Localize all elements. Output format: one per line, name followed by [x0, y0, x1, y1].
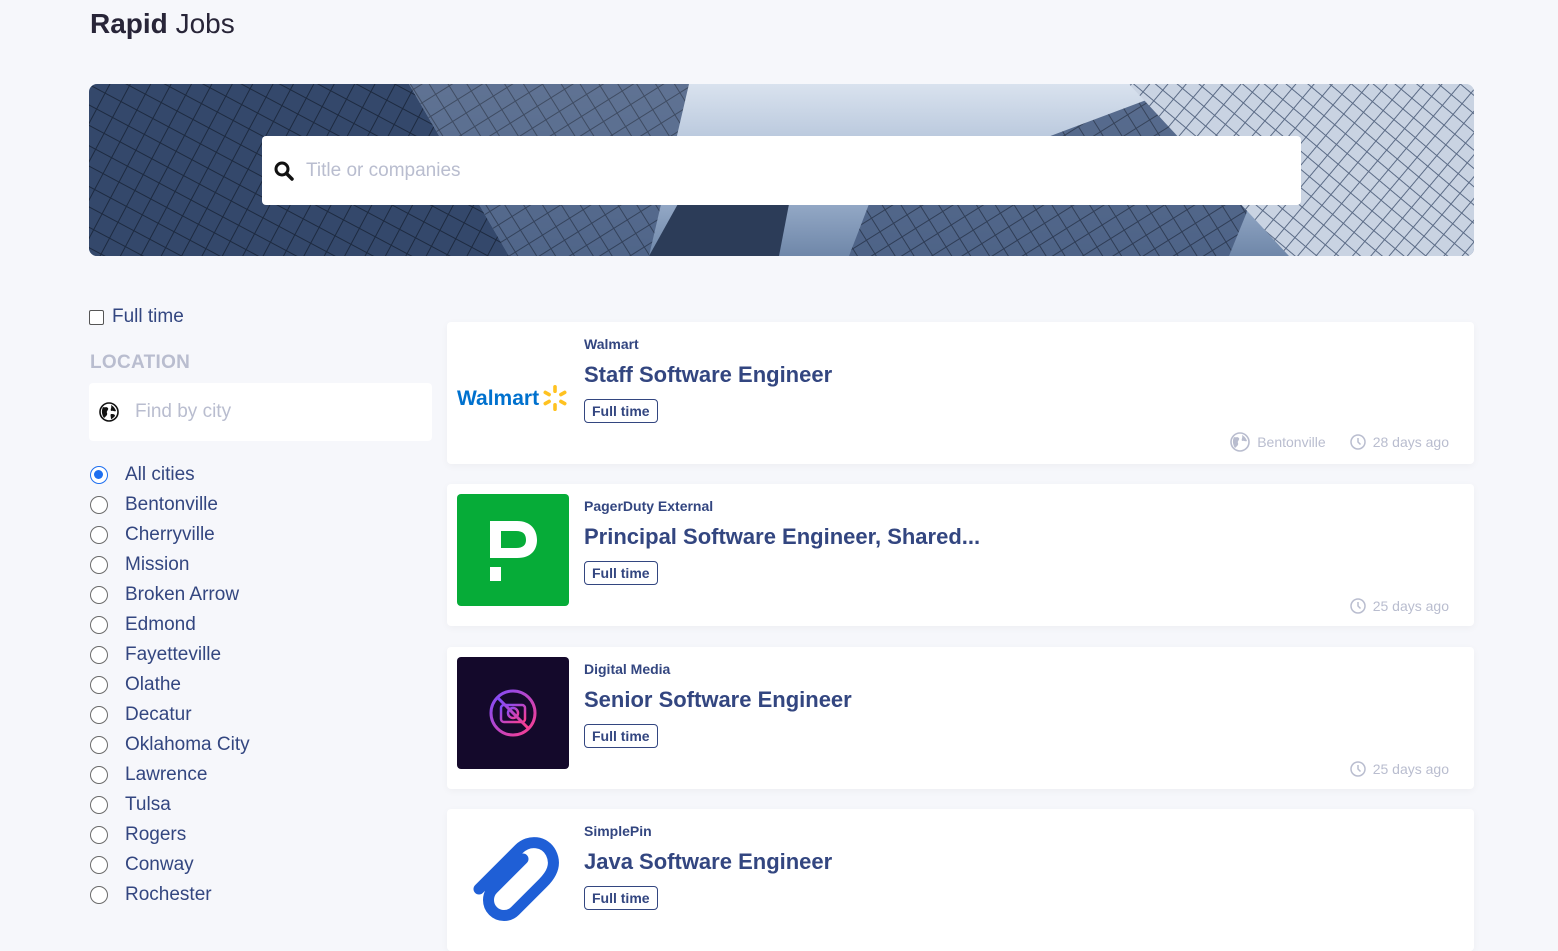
clock-icon — [1349, 434, 1366, 450]
no-camera-icon — [489, 689, 537, 737]
city-option[interactable]: Mission — [89, 550, 250, 580]
walmart-logo-icon: Walmart — [457, 385, 567, 411]
radio-button[interactable] — [90, 526, 108, 544]
job-posted: 28 days ago — [1349, 434, 1449, 450]
radio-button[interactable] — [90, 886, 108, 904]
city-label: Cherryville — [125, 524, 215, 545]
city-label: Decatur — [125, 704, 192, 725]
job-title[interactable]: Staff Software Engineer — [584, 362, 832, 388]
company-logo — [457, 494, 569, 606]
job-title[interactable]: Java Software Engineer — [584, 849, 832, 875]
globe-icon — [1230, 432, 1251, 452]
city-option[interactable]: Conway — [89, 850, 250, 880]
full-time-label: Full time — [112, 306, 184, 327]
clock-icon — [1349, 761, 1366, 777]
location-heading: LOCATION — [90, 352, 191, 373]
radio-button[interactable] — [90, 766, 108, 784]
city-label: Conway — [125, 854, 194, 875]
city-label: Bentonville — [125, 494, 218, 515]
app-logo[interactable]: Rapid Jobs — [90, 8, 235, 40]
location-text: Bentonville — [1257, 434, 1326, 450]
company-logo — [457, 657, 569, 769]
company-logo — [457, 819, 569, 931]
city-option[interactable]: All cities — [89, 460, 250, 490]
paperclip-logo-icon — [473, 837, 559, 921]
job-title[interactable]: Principal Software Engineer, Shared... — [584, 524, 980, 550]
job-title[interactable]: Senior Software Engineer — [584, 687, 852, 713]
radio-button[interactable] — [90, 496, 108, 514]
radio-button[interactable] — [90, 856, 108, 874]
city-search[interactable] — [89, 383, 432, 441]
city-option[interactable]: Lawrence — [89, 760, 250, 790]
posted-text: 25 days ago — [1372, 598, 1449, 614]
city-option[interactable]: Oklahoma City — [89, 730, 250, 760]
city-label: Rogers — [125, 824, 187, 845]
city-label: Mission — [125, 554, 190, 575]
city-label: Broken Arrow — [125, 584, 240, 605]
full-time-checkbox[interactable] — [89, 309, 104, 325]
radio-button[interactable] — [90, 676, 108, 694]
radio-button[interactable] — [90, 826, 108, 844]
city-radio-list: All cities Bentonville Cherryville Missi… — [89, 460, 250, 910]
radio-button[interactable] — [90, 616, 108, 634]
job-location: Bentonville — [1230, 432, 1326, 452]
job-meta: Bentonville 28 days ago — [1206, 432, 1449, 452]
job-meta: 25 days ago — [1326, 598, 1449, 614]
city-label: Fayetteville — [125, 644, 222, 665]
pagerduty-logo-icon — [490, 521, 537, 581]
full-time-filter[interactable]: Full time — [89, 306, 184, 328]
search-icon — [274, 161, 294, 181]
city-option[interactable]: Cherryville — [89, 520, 250, 550]
city-option[interactable]: Bentonville — [89, 490, 250, 520]
city-option[interactable]: Edmond — [89, 610, 250, 640]
radio-button[interactable] — [90, 466, 108, 484]
radio-button[interactable] — [90, 646, 108, 664]
job-card[interactable]: PagerDuty External Principal Software En… — [447, 484, 1474, 626]
city-option[interactable]: Broken Arrow — [89, 580, 250, 610]
posted-text: 25 days ago — [1372, 761, 1449, 777]
job-meta: 25 days ago — [1326, 761, 1449, 777]
radio-button[interactable] — [90, 796, 108, 814]
company-name: SimplePin — [584, 823, 652, 839]
city-label: Tulsa — [125, 794, 171, 815]
job-type-badge: Full time — [584, 724, 658, 748]
search-bar[interactable] — [262, 136, 1301, 205]
job-type-badge: Full time — [584, 886, 658, 910]
city-label: Edmond — [125, 614, 196, 635]
job-type-badge: Full time — [584, 399, 658, 423]
radio-button[interactable] — [90, 706, 108, 724]
clock-icon — [1349, 598, 1366, 614]
company-name: PagerDuty External — [584, 498, 714, 514]
globe-icon — [99, 402, 119, 422]
city-option[interactable]: Fayetteville — [89, 640, 250, 670]
posted-text: 28 days ago — [1372, 434, 1449, 450]
city-label: All cities — [125, 464, 195, 485]
city-label: Lawrence — [125, 764, 208, 785]
company-name: Walmart — [584, 336, 639, 352]
logo-bold: Rapid — [90, 8, 168, 39]
job-card[interactable]: SimplePin Java Software Engineer Full ti… — [447, 809, 1474, 951]
job-posted: 25 days ago — [1349, 598, 1449, 614]
job-card[interactable]: Digital Media Senior Software Engineer F… — [447, 647, 1474, 789]
logo-light: Jobs — [175, 8, 235, 39]
radio-button[interactable] — [90, 556, 108, 574]
city-input[interactable] — [133, 400, 417, 424]
radio-button[interactable] — [90, 586, 108, 604]
job-card[interactable]: Walmart Walmart Staff Software Engineer … — [447, 322, 1474, 464]
city-label: Olathe — [125, 674, 181, 695]
city-option[interactable]: Rochester — [89, 880, 250, 910]
city-option[interactable]: Olathe — [89, 670, 250, 700]
job-type-badge: Full time — [584, 561, 658, 585]
company-name: Digital Media — [584, 661, 671, 677]
city-label: Oklahoma City — [125, 734, 250, 755]
search-input[interactable] — [304, 158, 1208, 183]
city-option[interactable]: Tulsa — [89, 790, 250, 820]
svg-text:Walmart: Walmart — [457, 387, 539, 410]
company-logo: Walmart — [457, 332, 569, 444]
city-option[interactable]: Rogers — [89, 820, 250, 850]
job-posted: 25 days ago — [1349, 761, 1449, 777]
city-option[interactable]: Decatur — [89, 700, 250, 730]
radio-button[interactable] — [90, 736, 108, 754]
city-label: Rochester — [125, 884, 212, 905]
